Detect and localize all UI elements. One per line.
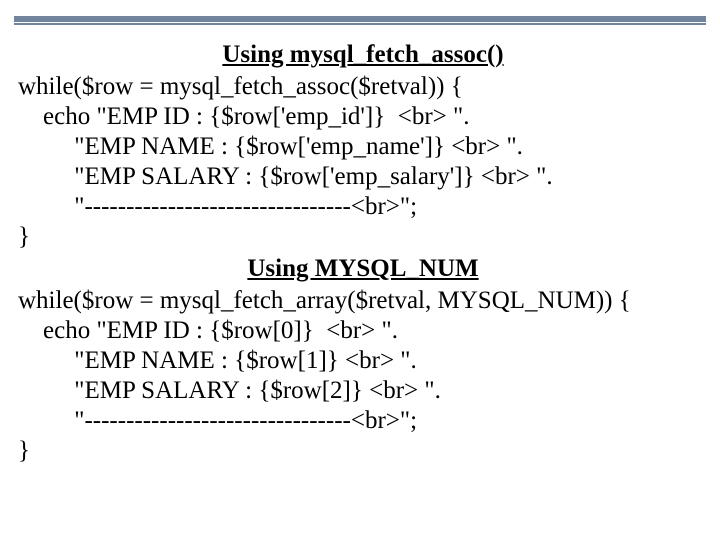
code-assoc-l2: echo "EMP ID : {$row['emp_id']} <br> ". — [18, 102, 708, 132]
code-num-l6: } — [18, 436, 708, 466]
heading-num: Using MYSQL_NUM — [18, 254, 708, 284]
decorative-top-bar — [14, 10, 706, 24]
slide: Using mysql_fetch_assoc() while($row = m… — [0, 0, 720, 540]
code-num-l5: "--------------------------------<br>"; — [18, 406, 708, 436]
bar-thin — [14, 23, 706, 25]
code-assoc-l3: "EMP NAME : {$row['emp_name']} <br> ". — [18, 132, 708, 162]
code-num-l1: while($row = mysql_fetch_array($retval, … — [18, 286, 708, 316]
code-assoc-l1: while($row = mysql_fetch_assoc($retval))… — [18, 72, 708, 102]
bar-thick — [14, 16, 706, 22]
code-num-l3: "EMP NAME : {$row[1]} <br> ". — [18, 346, 708, 376]
code-assoc-l6: } — [18, 222, 708, 252]
heading-assoc: Using mysql_fetch_assoc() — [18, 40, 708, 70]
code-assoc-l4: "EMP SALARY : {$row['emp_salary']} <br> … — [18, 162, 708, 192]
code-num-l2: echo "EMP ID : {$row[0]} <br> ". — [18, 316, 708, 346]
code-num-l4: "EMP SALARY : {$row[2]} <br> ". — [18, 376, 708, 406]
code-assoc-l5: "--------------------------------<br>"; — [18, 192, 708, 222]
slide-content: Using mysql_fetch_assoc() while($row = m… — [18, 38, 708, 466]
